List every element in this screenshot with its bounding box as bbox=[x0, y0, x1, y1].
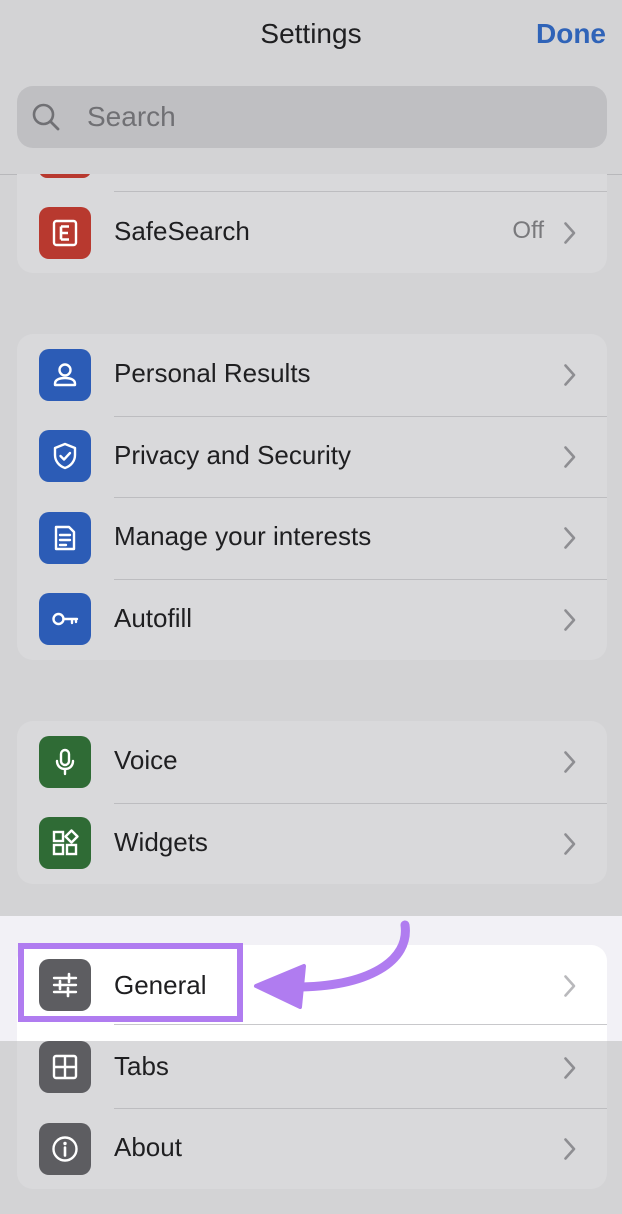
row-value: Off bbox=[512, 217, 544, 244]
settings-group-safesearch: SafeSearch Off bbox=[17, 174, 607, 273]
chevron-right-icon bbox=[564, 975, 576, 997]
settings-row-personal-results[interactable]: Personal Results bbox=[17, 334, 607, 416]
navigation-bar: Settings Done bbox=[0, 0, 622, 72]
done-button[interactable]: Done bbox=[536, 18, 606, 50]
search-icon bbox=[32, 103, 60, 131]
row-label: SafeSearch bbox=[114, 216, 250, 246]
key-icon bbox=[39, 593, 91, 645]
chevron-right-icon bbox=[564, 445, 576, 468]
settings-row-voice[interactable]: Voice bbox=[17, 721, 607, 803]
chevron-right-icon bbox=[564, 1056, 576, 1079]
microphone-icon bbox=[39, 735, 91, 788]
widgets-icon bbox=[39, 817, 91, 869]
settings-row-privacy-security[interactable]: Privacy and Security bbox=[17, 415, 607, 498]
tabs-grid-icon bbox=[39, 1041, 91, 1093]
search-input[interactable]: Search bbox=[17, 86, 607, 148]
info-icon bbox=[39, 1122, 91, 1175]
row-label: About bbox=[114, 1132, 182, 1162]
page-title: Settings bbox=[260, 18, 362, 49]
chevron-right-icon bbox=[564, 832, 576, 855]
settings-row-autofill[interactable]: Autofill bbox=[17, 578, 607, 661]
row-label: Manage your interests bbox=[114, 521, 372, 551]
chevron-right-icon bbox=[564, 608, 576, 631]
settings-group-tools: Voice Widgets bbox=[17, 721, 607, 884]
chevron-right-icon bbox=[564, 364, 576, 386]
row-divider bbox=[114, 1024, 607, 1025]
person-icon bbox=[39, 348, 91, 401]
row-label: Tabs bbox=[114, 1050, 169, 1081]
chevron-right-icon bbox=[564, 222, 576, 244]
settings-row-safesearch[interactable]: SafeSearch Off bbox=[17, 192, 607, 273]
document-icon bbox=[39, 511, 91, 564]
safesearch-e-icon bbox=[39, 206, 91, 259]
row-label: Voice bbox=[114, 745, 178, 775]
row-label: Widgets bbox=[114, 826, 208, 857]
annotation-arrow-icon bbox=[254, 920, 410, 1009]
chevron-right-icon bbox=[564, 527, 576, 549]
settings-row-manage-interests[interactable]: Manage your interests bbox=[17, 497, 607, 579]
chevron-right-icon bbox=[564, 1138, 576, 1160]
settings-group-personal: Personal Results Privacy and Security Ma… bbox=[17, 334, 607, 660]
shield-check-icon bbox=[39, 430, 91, 482]
settings-row-about[interactable]: About bbox=[17, 1108, 607, 1189]
chevron-right-icon bbox=[564, 751, 576, 773]
clipped-tile bbox=[39, 174, 91, 178]
row-label: Autofill bbox=[114, 602, 193, 633]
highlight-box bbox=[18, 943, 243, 1022]
row-label: Personal Results bbox=[114, 358, 311, 388]
row-label: Privacy and Security bbox=[114, 439, 351, 470]
search-placeholder: Search bbox=[87, 101, 176, 132]
settings-row-widgets[interactable]: Widgets bbox=[17, 802, 607, 885]
